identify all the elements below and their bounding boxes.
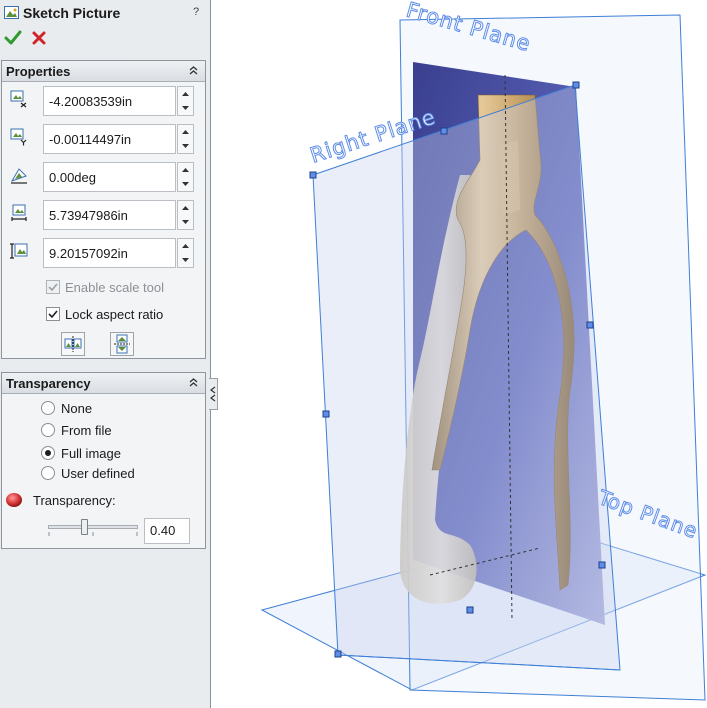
picture-handle[interactable] (322, 410, 330, 418)
slider-ticks (48, 532, 138, 536)
picture-handle[interactable] (598, 561, 606, 569)
radio-from-file-label: From file (61, 422, 112, 438)
graphics-viewport[interactable]: Front Plane Right Plane Top Plane (212, 0, 707, 708)
flip-horizontal-button[interactable] (61, 332, 85, 356)
transparency-header[interactable]: Transparency (2, 373, 205, 394)
picture-handle[interactable] (334, 650, 342, 658)
collapse-icon[interactable] (187, 376, 200, 389)
spin-down-icon[interactable] (178, 215, 193, 229)
ok-cancel-row (3, 28, 49, 48)
checkmark-icon (48, 283, 58, 292)
spin-up-icon[interactable] (178, 201, 193, 215)
width-spinner[interactable] (177, 200, 194, 230)
origin-y-row (2, 124, 205, 154)
width-icon (11, 204, 27, 221)
origin-y-icon (10, 128, 27, 146)
origin-x-icon (10, 90, 27, 108)
right-plane[interactable] (312, 84, 621, 671)
angle-row (2, 162, 205, 192)
enable-scale-tool-checkbox[interactable] (46, 280, 60, 294)
angle-icon (10, 168, 27, 184)
radio-full-image[interactable] (41, 446, 55, 460)
picture-handle[interactable] (466, 606, 474, 614)
spin-down-icon[interactable] (178, 101, 193, 115)
transparency-slider-label: Transparency: (33, 493, 116, 508)
ok-button[interactable] (3, 28, 23, 48)
origin-x-row (2, 86, 205, 116)
picture-handle[interactable] (586, 321, 594, 329)
radio-full-image-label: Full image (61, 445, 121, 461)
transparency-slider-track[interactable] (48, 525, 138, 529)
properties-header-label: Properties (6, 64, 71, 79)
properties-section: Properties -4.20083539in -0.00114497in 0… (1, 60, 206, 359)
height-spinner[interactable] (177, 238, 194, 268)
transparency-value-input[interactable]: 0.40 (144, 518, 190, 544)
picture-handle[interactable] (572, 81, 580, 89)
radio-user-defined-label: User defined (61, 465, 135, 481)
spin-up-icon[interactable] (178, 87, 193, 101)
picture-handle[interactable] (309, 171, 317, 179)
help-button[interactable]: ? (189, 4, 203, 20)
radio-from-file-row[interactable]: From file (41, 420, 112, 440)
angle-input[interactable] (43, 162, 176, 192)
height-row (2, 238, 205, 268)
origin-x-spinner[interactable] (177, 86, 194, 116)
radio-full-image-row[interactable]: Full image (41, 443, 121, 463)
height-input[interactable] (43, 238, 176, 268)
width-input[interactable] (43, 200, 176, 230)
radio-none-label: None (61, 400, 93, 416)
spin-down-icon[interactable] (178, 139, 193, 153)
radio-none[interactable] (41, 401, 55, 415)
radio-none-row[interactable]: None (41, 398, 92, 418)
lock-aspect-ratio-label: Lock aspect ratio (65, 306, 164, 322)
lock-aspect-ratio-checkbox[interactable] (46, 307, 60, 321)
panel-titlebar: Sketch Picture (0, 0, 210, 25)
flip-horizontal-icon (64, 336, 82, 352)
sketch-picture-icon (4, 6, 19, 19)
spin-up-icon[interactable] (178, 163, 193, 177)
flip-vertical-button[interactable] (110, 332, 134, 356)
picture-handle[interactable] (440, 127, 448, 135)
origin-y-spinner[interactable] (177, 124, 194, 154)
checkmark-icon (4, 30, 22, 45)
height-icon (10, 243, 28, 259)
collapse-icon[interactable] (187, 64, 200, 77)
radio-user-defined[interactable] (41, 466, 55, 480)
radio-from-file[interactable] (41, 423, 55, 437)
width-row (2, 200, 205, 230)
spin-up-icon[interactable] (178, 125, 193, 139)
origin-y-input[interactable] (43, 124, 176, 154)
origin-x-input[interactable] (43, 86, 176, 116)
spin-up-icon[interactable] (178, 239, 193, 253)
transparency-header-label: Transparency (6, 376, 91, 391)
angle-spinner[interactable] (177, 162, 194, 192)
radio-user-defined-row[interactable]: User defined (41, 463, 135, 483)
flip-vertical-icon (114, 334, 130, 354)
transparency-color-icon (6, 493, 22, 507)
close-icon (32, 31, 46, 45)
property-manager: Sketch Picture ? Properties -4.20083539i… (0, 0, 211, 708)
spin-down-icon[interactable] (178, 253, 193, 267)
cancel-button[interactable] (29, 28, 49, 48)
spin-down-icon[interactable] (178, 177, 193, 191)
panel-title: Sketch Picture (23, 4, 121, 21)
enable-scale-tool-row: Enable scale tool (46, 277, 164, 297)
checkmark-icon (48, 310, 58, 319)
lock-aspect-ratio-row: Lock aspect ratio (46, 304, 163, 324)
properties-header[interactable]: Properties (2, 61, 205, 82)
enable-scale-tool-label: Enable scale tool (65, 279, 165, 295)
